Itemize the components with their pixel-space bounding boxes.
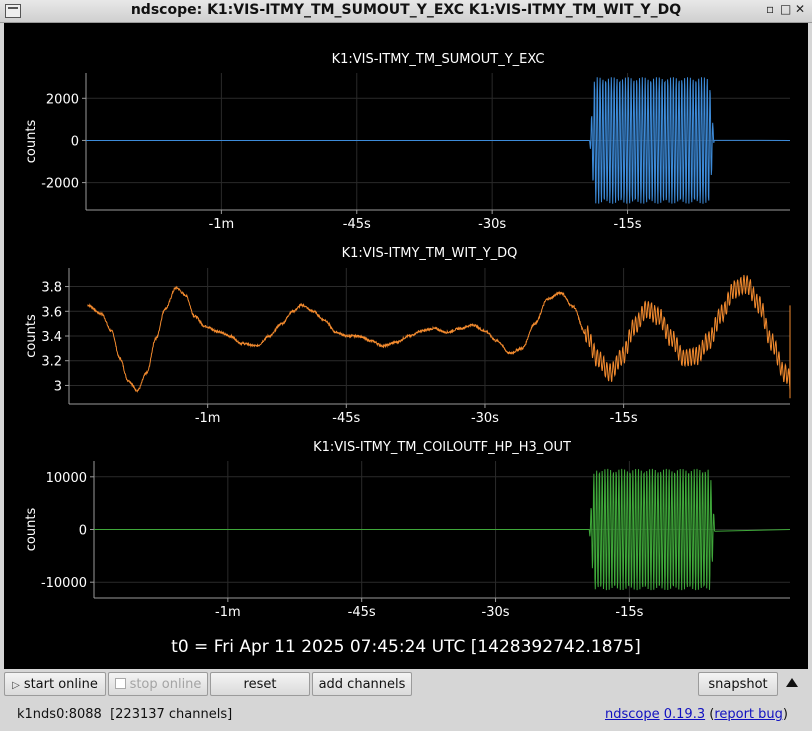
play-icon: ▷ [12,680,20,691]
series-line [86,77,791,204]
y-tick-label: -2000 [41,177,79,192]
snapshot-button[interactable]: snapshot [698,672,778,696]
channel-count: [223137 channels] [110,707,233,722]
stop-online-button: stop online [108,672,208,696]
add-channels-label: add channels [318,677,406,692]
x-tick-label: -1m [209,217,235,232]
y-tick-label: 3.6 [41,305,62,320]
y-tick-label: 10000 [46,471,87,486]
plot-area[interactable]: -1m -45s -30s -15s 2000 0 -2000 K1:VIS-ITMY_TM_… [4,23,808,669]
server-info: k1nds0:8088 [223137 channels] [17,707,232,722]
start-online-label: start online [23,677,98,692]
series-line [94,468,791,591]
series-line [87,274,791,399]
plot-title: K1:VIS-ITMY_TM_SUMOUT_Y_EXC [332,52,545,67]
x-tick-label: -45s [348,605,376,620]
x-tick-label: -30s [478,217,506,232]
y-axis-label: counts [24,314,39,358]
minimize-icon[interactable]: ▫ [766,2,774,16]
t0-label: t0 = Fri Apr 11 2025 07:45:24 UTC [14283… [171,637,641,657]
x-tick-label: -45s [332,411,360,426]
y-tick-label: 2000 [46,92,79,107]
stop-icon [114,678,126,689]
collapse-up-icon[interactable] [786,678,798,687]
server-address: k1nds0:8088 [17,707,102,722]
plot-title: K1:VIS-ITMY_TM_WIT_Y_DQ [342,246,518,261]
y-tick-label: -10000 [41,576,87,591]
y-axis-label: counts [24,508,39,552]
x-tick-label: -15s [610,411,638,426]
maximize-icon[interactable]: □ [780,2,791,16]
status-bar: k1nds0:8088 [223137 channels] ndscope 0.… [0,700,812,731]
reset-button[interactable]: reset [210,672,310,696]
y-tick-label: 3 [54,379,62,394]
toolbar: ▷ start online stop online reset add chan… [0,670,812,700]
y-tick-label: 0 [71,134,79,149]
y-tick-label: 3.2 [41,355,62,370]
ndscope-link[interactable]: ndscope [605,707,660,722]
report-bug-link[interactable]: report bug [714,707,783,722]
x-tick-label: -1m [195,411,221,426]
start-online-button[interactable]: ▷ start online [4,672,106,696]
x-tick-label: -1m [215,605,241,620]
y-tick-label: 3.8 [41,281,62,296]
y-axis-label: counts [24,120,39,164]
x-tick-label: -30s [482,605,510,620]
reset-label: reset [243,677,277,692]
window-title: ndscope: K1:VIS-ITMY_TM_SUMOUT_Y_EXC K1:… [130,2,682,18]
add-channels-button[interactable]: add channels [312,672,412,696]
x-tick-label: -45s [343,217,371,232]
x-tick-label: -15s [614,217,642,232]
version-link[interactable]: 0.19.3 [664,707,705,722]
title-bar: ndscope: K1:VIS-ITMY_TM_SUMOUT_Y_EXC K1:… [0,0,812,23]
plot-title: K1:VIS-ITMY_TM_COILOUTF_HP_H3_OUT [313,440,571,455]
stop-online-label: stop online [129,677,202,692]
version-info: ndscope 0.19.3 (report bug) [604,707,788,722]
y-tick-label: 0 [79,524,87,539]
snapshot-label: snapshot [708,677,768,692]
y-tick-label: 3.4 [41,330,62,345]
x-tick-label: -15s [615,605,643,620]
x-tick-label: -30s [471,411,499,426]
plots-canvas[interactable]: -1m -45s -30s -15s 2000 0 -2000 K1:VIS-ITMY_TM_… [4,23,808,669]
close-icon[interactable]: ✕ [795,2,805,16]
